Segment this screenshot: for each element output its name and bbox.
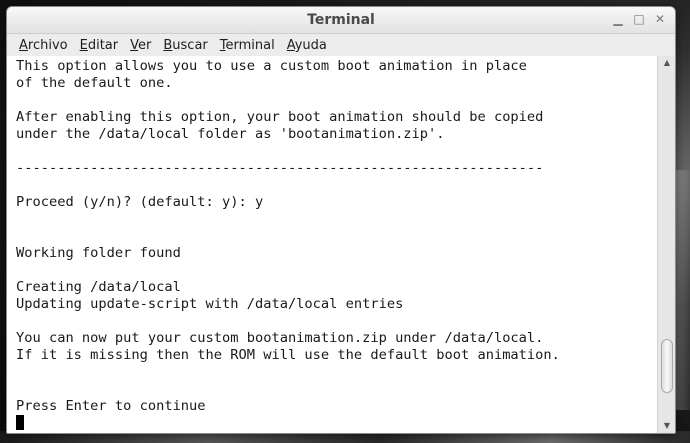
window-title: Terminal — [307, 12, 375, 28]
terminal-line: ----------------------------------------… — [16, 160, 544, 176]
menu-ayuda[interactable]: Ayuda — [287, 38, 327, 53]
title-bar[interactable]: Terminal ▁ □ ✕ — [7, 7, 675, 34]
scrollbar-thumb[interactable] — [661, 339, 673, 393]
menu-buscar[interactable]: Buscar — [163, 38, 207, 53]
minimize-icon[interactable]: ▁ — [611, 12, 625, 26]
terminal-line: Updating update-script with /data/local … — [16, 296, 404, 312]
terminal-window: Terminal ▁ □ ✕ Archivo Editar Ver Buscar… — [6, 6, 676, 434]
terminal-line: You can now put your custom bootanimatio… — [16, 330, 544, 346]
terminal-output[interactable]: This option allows you to use a custom b… — [7, 56, 657, 433]
scroll-down-icon[interactable]: ▼ — [658, 419, 675, 433]
terminal-line: This option allows you to use a custom b… — [16, 58, 527, 74]
menu-editar[interactable]: Editar — [80, 38, 119, 53]
terminal-line: Creating /data/local — [16, 279, 181, 295]
terminal-line: under the /data/local folder as 'bootani… — [16, 126, 445, 142]
terminal-line: Working folder found — [16, 245, 181, 261]
vertical-scrollbar[interactable]: ▲ ▼ — [657, 56, 675, 433]
terminal-line: Proceed (y/n)? (default: y): y — [16, 194, 264, 210]
terminal-line: of the default one. — [16, 75, 173, 91]
terminal-lines: This option allows you to use a custom b… — [7, 56, 657, 432]
menu-terminal[interactable]: Terminal — [220, 38, 275, 53]
terminal-line: If it is missing then the ROM will use t… — [16, 347, 560, 363]
terminal-line: After enabling this option, your boot an… — [16, 109, 544, 125]
maximize-icon[interactable]: □ — [632, 12, 646, 26]
menu-archivo[interactable]: Archivo — [19, 38, 68, 53]
terminal-line: Press Enter to continue — [16, 398, 206, 414]
scroll-up-icon[interactable]: ▲ — [658, 56, 675, 70]
text-cursor — [16, 415, 24, 430]
menu-ver[interactable]: Ver — [130, 38, 151, 53]
menu-bar: Archivo Editar Ver Buscar Terminal Ayuda — [7, 34, 675, 57]
close-icon[interactable]: ✕ — [653, 12, 667, 26]
